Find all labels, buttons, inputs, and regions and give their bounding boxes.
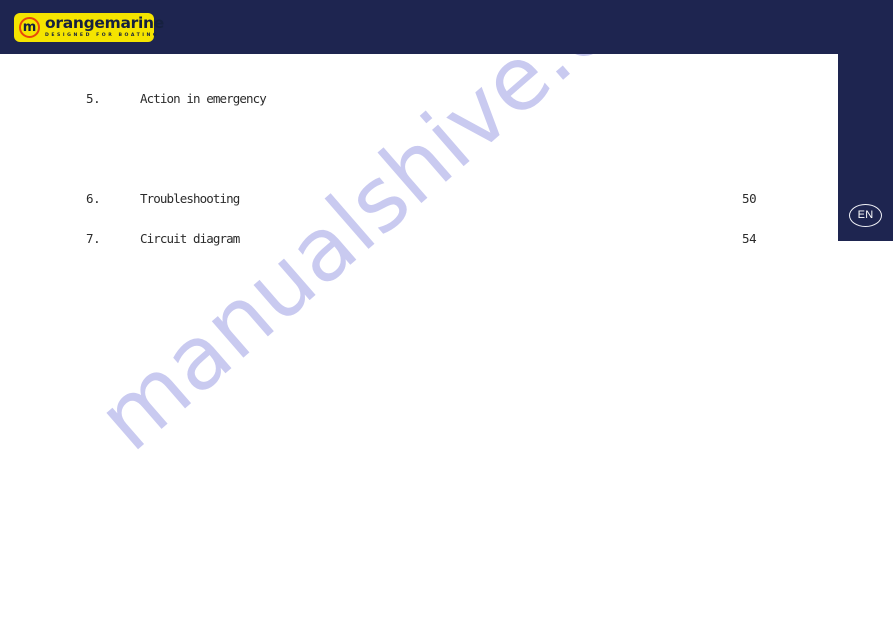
document-page: manualshive.com EN m orangemarine DESIGN…	[0, 0, 893, 629]
toc-entry[interactable]: 5. Action in emergency	[0, 91, 838, 113]
toc-entry-label: Action in emergency	[140, 91, 267, 106]
toc-entry-page-number: 50	[742, 191, 757, 206]
toc-entry[interactable]: 7. Circuit diagram 54	[0, 231, 838, 253]
language-badge[interactable]: EN	[849, 204, 882, 227]
brand-logo: m orangemarine DESIGNED FOR BOATING	[14, 13, 164, 42]
toc-entry-number: 6.	[86, 191, 101, 206]
toc-entry-label: Circuit diagram	[140, 231, 240, 246]
logo-tagline: DESIGNED FOR BOATING	[45, 33, 160, 38]
logo-text-group: orangemarine DESIGNED FOR BOATING	[45, 14, 164, 39]
language-badge-label: EN	[857, 209, 874, 221]
table-of-contents: 5. Action in emergency 6. Troubleshooting 50…	[0, 54, 838, 629]
toc-entry-number: 7.	[86, 231, 101, 246]
logo-circle-m-icon: m	[19, 17, 40, 38]
toc-entry-page-number: 54	[742, 231, 757, 246]
toc-entry-label: Troubleshooting	[140, 191, 240, 206]
toc-entry[interactable]: 6. Troubleshooting 50	[0, 191, 838, 213]
logo-mark-letter: m	[22, 19, 37, 35]
logo-wordmark: orangemarine	[45, 14, 164, 32]
toc-entry-number: 5.	[86, 91, 101, 106]
